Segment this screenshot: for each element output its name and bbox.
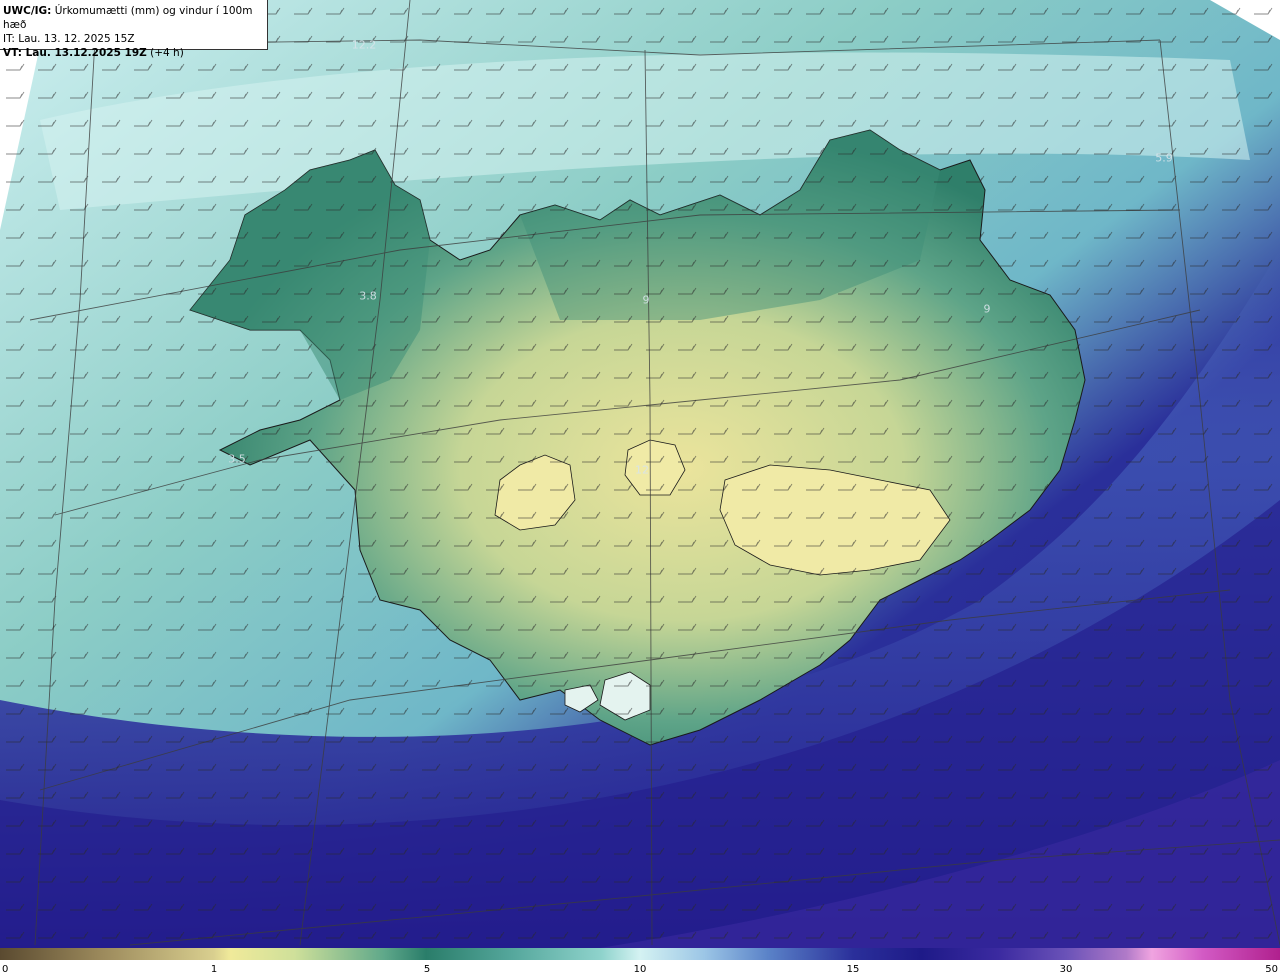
map-value-label: 12.2 bbox=[351, 38, 377, 52]
colorbar-tick: 15 bbox=[846, 964, 860, 975]
colorbar-tick: 30 bbox=[1059, 964, 1073, 975]
valid-label: VT: Lau. 13.12.2025 19Z bbox=[3, 47, 147, 59]
map-value-label: 9 bbox=[642, 293, 650, 307]
model-label: UWC/IG: bbox=[3, 5, 52, 17]
colorbar: 0 1 5 10 15 30 50 bbox=[0, 948, 1280, 978]
colorbar-strip bbox=[0, 948, 1280, 960]
map-value-label: 12 bbox=[635, 463, 649, 477]
product-title: UWC/IG: Úrkomumætti (mm) og vindur í 100… bbox=[3, 4, 264, 32]
colorbar-tick: 50 bbox=[1265, 964, 1278, 975]
map-title-box: UWC/IG: Úrkomumætti (mm) og vindur í 100… bbox=[0, 0, 268, 59]
map-value-label: 3.5 bbox=[228, 452, 246, 466]
valid-time: VT: Lau. 13.12.2025 19Z (+4 h) bbox=[3, 46, 264, 60]
map-value-label: 9 bbox=[983, 302, 991, 316]
colorbar-tick: 5 bbox=[423, 964, 431, 975]
colorbar-tick: 1 bbox=[210, 964, 218, 975]
map-value-label: 5.9 bbox=[1155, 151, 1173, 165]
issue-time: IT: Lau. 13. 12. 2025 15Z bbox=[3, 33, 135, 45]
colorbar-tick: 10 bbox=[633, 964, 647, 975]
map-value-label: 3.8 bbox=[359, 289, 377, 303]
colorbar-tick: 0 bbox=[2, 964, 9, 975]
valid-offset: (+4 h) bbox=[150, 47, 184, 59]
